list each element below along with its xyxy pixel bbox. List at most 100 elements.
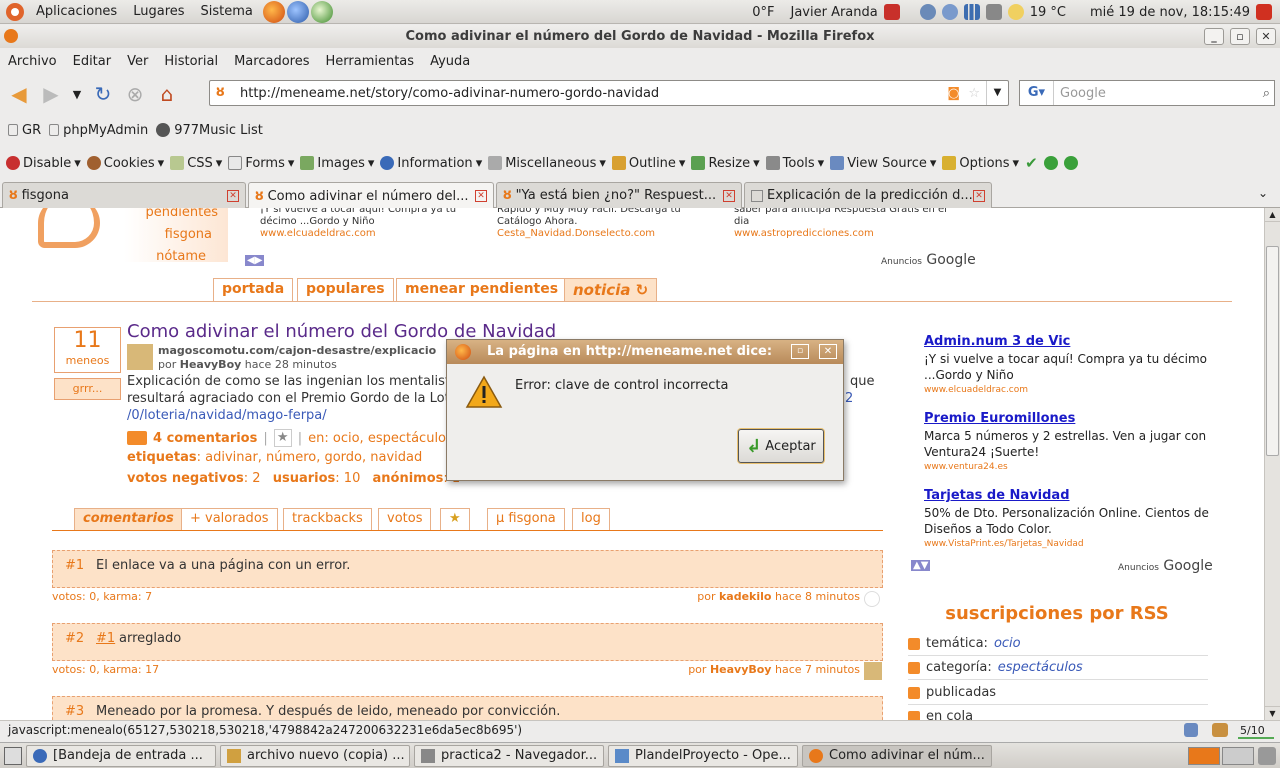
- rss-publicadas[interactable]: publicadas: [908, 685, 996, 700]
- wd-tools[interactable]: Tools ▾: [765, 156, 824, 171]
- tab-explicacion[interactable]: Explicación de la predicción d... ✕: [744, 182, 992, 208]
- menu-sistema[interactable]: Sistema: [193, 4, 261, 19]
- story-link[interactable]: /0/loteria/navidad/mago-ferpa/: [127, 408, 327, 423]
- trash-icon[interactable]: [1258, 747, 1276, 765]
- tab-close-icon[interactable]: ✕: [723, 189, 735, 202]
- css-valid-icon[interactable]: [1043, 156, 1058, 170]
- ad-nav-arrows[interactable]: ◀▶: [245, 255, 265, 266]
- scroll-down-icon[interactable]: ▼: [1265, 706, 1280, 720]
- user-status-icon[interactable]: [941, 4, 958, 20]
- dialog-close-button[interactable]: ✕: [819, 344, 837, 359]
- tab-close-icon[interactable]: ✕: [475, 190, 487, 202]
- nav-menear-pendientes[interactable]: menear pendientes: [396, 278, 568, 302]
- tab-close-icon[interactable]: ✕: [227, 189, 239, 202]
- task-plandelproyecto[interactable]: PlandelProyecto - Ope...: [608, 744, 798, 767]
- firefox-launcher-icon[interactable]: [262, 0, 285, 23]
- story-body-2-tail[interactable]: 2: [845, 391, 853, 406]
- top-ad-1[interactable]: ¡Y si vuelve a tocar aquí! Compra ya tu …: [260, 208, 480, 239]
- vote-counter[interactable]: 11 meneos: [54, 327, 121, 373]
- stop-icon[interactable]: ⊗: [122, 81, 148, 107]
- url-dropdown-icon[interactable]: ▼: [986, 81, 1008, 105]
- bookmark-gr[interactable]: GR: [8, 123, 41, 138]
- search-icon[interactable]: ⌕: [1263, 86, 1270, 101]
- right-ad-2[interactable]: Premio Euromillones Marca 5 números y 2 …: [924, 411, 1214, 472]
- html-valid-icon[interactable]: [1063, 156, 1078, 170]
- tab-list-icon[interactable]: ⌄: [1258, 186, 1268, 200]
- right-ad-nav-arrows[interactable]: ▲▼: [911, 560, 931, 571]
- menu-aplicaciones[interactable]: Aplicaciones: [28, 4, 125, 19]
- wd-view-source[interactable]: View Source ▾: [830, 156, 936, 171]
- wd-css[interactable]: CSS ▾: [170, 156, 222, 171]
- firefox-window-icon[interactable]: [4, 29, 18, 43]
- meneame-logo[interactable]: [38, 208, 100, 248]
- story-category[interactable]: en: ocio, espectáculos: [308, 431, 453, 446]
- ctab-fisgona[interactable]: μ fisgona: [487, 508, 565, 530]
- wd-miscellaneous[interactable]: Miscellaneous ▾: [488, 156, 606, 171]
- favorite-star-icon[interactable]: ★: [273, 429, 292, 447]
- tab-fisgona[interactable]: ȣ fisgona ✕: [2, 182, 246, 208]
- dialog-maximize-button[interactable]: ▫: [791, 344, 809, 359]
- top-ad-2[interactable]: Rápido y Muy Muy Fácil. Descarga tu Catá…: [497, 208, 717, 239]
- bookmark-star-icon[interactable]: ☆: [968, 86, 980, 101]
- tags-list[interactable]: adivinar, número, gordo, navidad: [205, 450, 422, 465]
- url-bar[interactable]: ȣ http://meneame.net/story/como-adivinar…: [209, 80, 1009, 106]
- validate-check-icon[interactable]: ✔: [1025, 154, 1038, 172]
- bookmark-977music[interactable]: 977Music List: [156, 123, 263, 138]
- menu-herramientas[interactable]: Herramientas: [318, 54, 423, 69]
- menu-historial[interactable]: Historial: [156, 54, 226, 69]
- author-avatar[interactable]: [127, 344, 153, 370]
- right-ad-3[interactable]: Tarjetas de Navidad 50% de Dto. Personal…: [924, 488, 1214, 549]
- comment-number[interactable]: #2: [65, 631, 84, 646]
- home-icon[interactable]: ⌂: [154, 81, 180, 107]
- thunderbird-launcher-icon[interactable]: [286, 0, 309, 23]
- right-ad-1[interactable]: Admin.num 3 de Vic ¡Y si vuelve a tocar …: [924, 334, 1214, 395]
- ok-button[interactable]: ↲ Aceptar: [738, 429, 824, 463]
- rss-tematica[interactable]: temática: ocio: [908, 636, 1021, 651]
- close-window-button[interactable]: ✕: [1256, 28, 1276, 45]
- comments-icon[interactable]: [127, 431, 147, 445]
- network-icon[interactable]: [919, 4, 936, 20]
- ooo-launcher-icon[interactable]: [310, 0, 333, 23]
- user-name[interactable]: Javier Aranda: [790, 5, 877, 20]
- top-ad-3[interactable]: saber para anticipa Respuesta Gratis en …: [734, 208, 954, 239]
- menu-ver[interactable]: Ver: [119, 54, 156, 69]
- commenter-avatar[interactable]: [864, 591, 880, 607]
- url-text[interactable]: http://meneame.net/story/como-adivinar-n…: [240, 86, 659, 101]
- task-practica2[interactable]: practica2 - Navegador...: [414, 744, 604, 767]
- forward-icon[interactable]: ▶: [38, 81, 64, 107]
- comments-link[interactable]: 4 comentarios: [153, 431, 257, 446]
- grr-button[interactable]: grrr...: [54, 378, 121, 400]
- bookmark-phpmyadmin[interactable]: phpMyAdmin: [49, 123, 148, 138]
- link-pendientes[interactable]: pendientes: [124, 208, 228, 224]
- search-input[interactable]: Google: [1060, 86, 1106, 101]
- tab-como-adivinar[interactable]: ȣ Como adivinar el número del... ✕: [248, 182, 494, 209]
- tab-close-icon[interactable]: ✕: [973, 189, 985, 202]
- rss-feed-icon[interactable]: ◙: [947, 86, 960, 101]
- search-engine-icon[interactable]: G▾: [1020, 81, 1054, 105]
- task-archivo-nuevo[interactable]: archivo nuevo (copia) ...: [220, 744, 410, 767]
- task-thunderbird[interactable]: [Bandeja de entrada ...: [26, 744, 216, 767]
- menu-marcadores[interactable]: Marcadores: [226, 54, 317, 69]
- wd-forms[interactable]: Forms ▾: [228, 156, 294, 171]
- comment-number[interactable]: #1: [65, 558, 84, 573]
- rss-en-cola[interactable]: en cola: [908, 709, 973, 720]
- nav-portada[interactable]: portada: [213, 278, 294, 302]
- ubuntu-logo-icon[interactable]: [6, 2, 24, 21]
- workspace-1[interactable]: [1188, 747, 1220, 765]
- task-firefox[interactable]: Como adivinar el núm...: [802, 744, 992, 767]
- scroll-up-icon[interactable]: ▲: [1265, 208, 1280, 222]
- ctab-favorites-star-icon[interactable]: ★: [440, 508, 470, 530]
- wd-resize[interactable]: Resize ▾: [691, 156, 760, 171]
- story-source[interactable]: magoscomotu.com/cajon-desastre/explicaci…: [158, 344, 436, 357]
- menu-editar[interactable]: Editar: [65, 54, 120, 69]
- shutdown-icon[interactable]: [883, 4, 900, 20]
- ctab-votos[interactable]: votos: [378, 508, 432, 530]
- power-icon[interactable]: [1256, 4, 1272, 20]
- workspace-2[interactable]: [1222, 747, 1254, 765]
- volume-icon[interactable]: [985, 4, 1002, 20]
- rss-categoria[interactable]: categoría: espectáculos: [908, 660, 1083, 675]
- link-fisgona[interactable]: fisgona: [124, 224, 228, 246]
- ctab-valorados[interactable]: + valorados: [181, 508, 278, 530]
- wd-disable[interactable]: Disable ▾: [6, 156, 81, 171]
- ctab-trackbacks[interactable]: trackbacks: [283, 508, 372, 530]
